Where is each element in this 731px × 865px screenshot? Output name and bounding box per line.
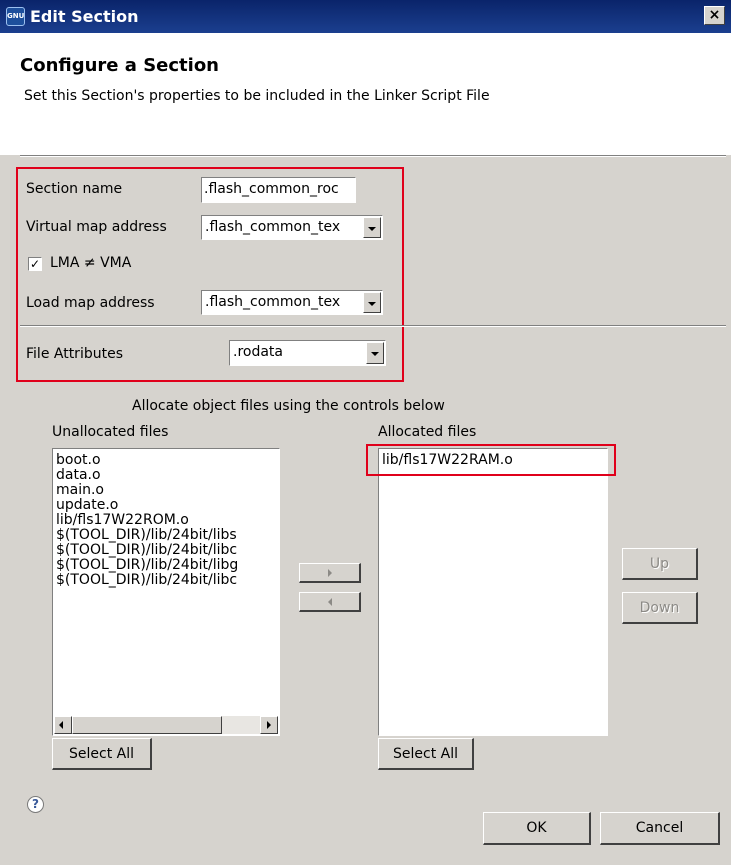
scroll-right-icon[interactable]: [260, 716, 278, 734]
close-button[interactable]: ×: [704, 6, 725, 25]
load-map-address-combo[interactable]: .flash_common_tex: [201, 290, 383, 315]
ok-button[interactable]: OK: [483, 812, 591, 845]
allocated-file-highlight: [366, 444, 616, 476]
unallocated-files-list[interactable]: boot.o data.o main.o update.o lib/fls17W…: [52, 448, 280, 736]
file-attributes-value: .rodata: [233, 344, 283, 360]
up-button[interactable]: Up: [622, 548, 698, 580]
allocation-instruction: Allocate object files using the controls…: [132, 398, 445, 414]
title-bar: GNU Edit Section ×: [0, 0, 731, 33]
list-item[interactable]: boot.o: [53, 453, 279, 468]
edit-section-dialog: GNU Edit Section × Configure a Section S…: [0, 0, 731, 865]
allocated-files-list[interactable]: lib/fls17W22RAM.o: [378, 448, 608, 736]
window-title: Edit Section: [30, 7, 139, 26]
move-left-button[interactable]: [299, 592, 361, 612]
scrollbar-thumb[interactable]: [72, 716, 222, 734]
dialog-header: Configure a Section Set this Section's p…: [0, 33, 731, 155]
load-map-address-label: Load map address: [26, 295, 155, 311]
list-item[interactable]: $(TOOL_DIR)/lib/24bit/libs: [53, 528, 279, 543]
allocated-files-label: Allocated files: [378, 424, 477, 440]
section-name-field[interactable]: .flash_common_roc: [201, 177, 356, 203]
down-button[interactable]: Down: [622, 592, 698, 624]
gnu-app-icon: GNU: [6, 7, 25, 26]
attributes-separator-highlight: [20, 326, 726, 327]
header-description: Set this Section's properties to be incl…: [24, 88, 490, 104]
header-separator-highlight: [20, 156, 726, 157]
section-name-label: Section name: [26, 181, 123, 197]
list-item[interactable]: $(TOOL_DIR)/lib/24bit/libc: [53, 573, 279, 588]
chevron-down-icon[interactable]: [363, 292, 381, 313]
file-attributes-label: File Attributes: [26, 346, 123, 362]
lma-vma-checkbox[interactable]: ✓: [28, 257, 42, 271]
select-all-unallocated-button[interactable]: Select All: [52, 738, 152, 770]
chevron-down-icon[interactable]: [366, 342, 384, 364]
scroll-left-icon[interactable]: [54, 716, 72, 734]
unallocated-files-label: Unallocated files: [52, 424, 169, 440]
select-all-allocated-button[interactable]: Select All: [378, 738, 474, 770]
list-item[interactable]: data.o: [53, 468, 279, 483]
chevron-down-icon[interactable]: [363, 217, 381, 238]
cancel-button[interactable]: Cancel: [600, 812, 720, 845]
lma-vma-label: LMA ≠ VMA: [50, 255, 132, 271]
list-item[interactable]: $(TOOL_DIR)/lib/24bit/libc: [53, 543, 279, 558]
list-item[interactable]: main.o: [53, 483, 279, 498]
move-right-button[interactable]: [299, 563, 361, 583]
horizontal-scrollbar[interactable]: [54, 716, 278, 734]
list-item[interactable]: $(TOOL_DIR)/lib/24bit/libg: [53, 558, 279, 573]
file-attributes-combo[interactable]: .rodata: [229, 340, 386, 366]
virtual-map-address-combo[interactable]: .flash_common_tex: [201, 215, 383, 240]
list-item[interactable]: lib/fls17W22ROM.o: [53, 513, 279, 528]
load-map-address-value: .flash_common_tex: [205, 294, 341, 310]
help-icon[interactable]: ?: [27, 796, 44, 813]
header-title: Configure a Section: [20, 55, 219, 76]
virtual-map-address-label: Virtual map address: [26, 219, 167, 235]
list-item[interactable]: update.o: [53, 498, 279, 513]
virtual-map-address-value: .flash_common_tex: [205, 219, 341, 235]
